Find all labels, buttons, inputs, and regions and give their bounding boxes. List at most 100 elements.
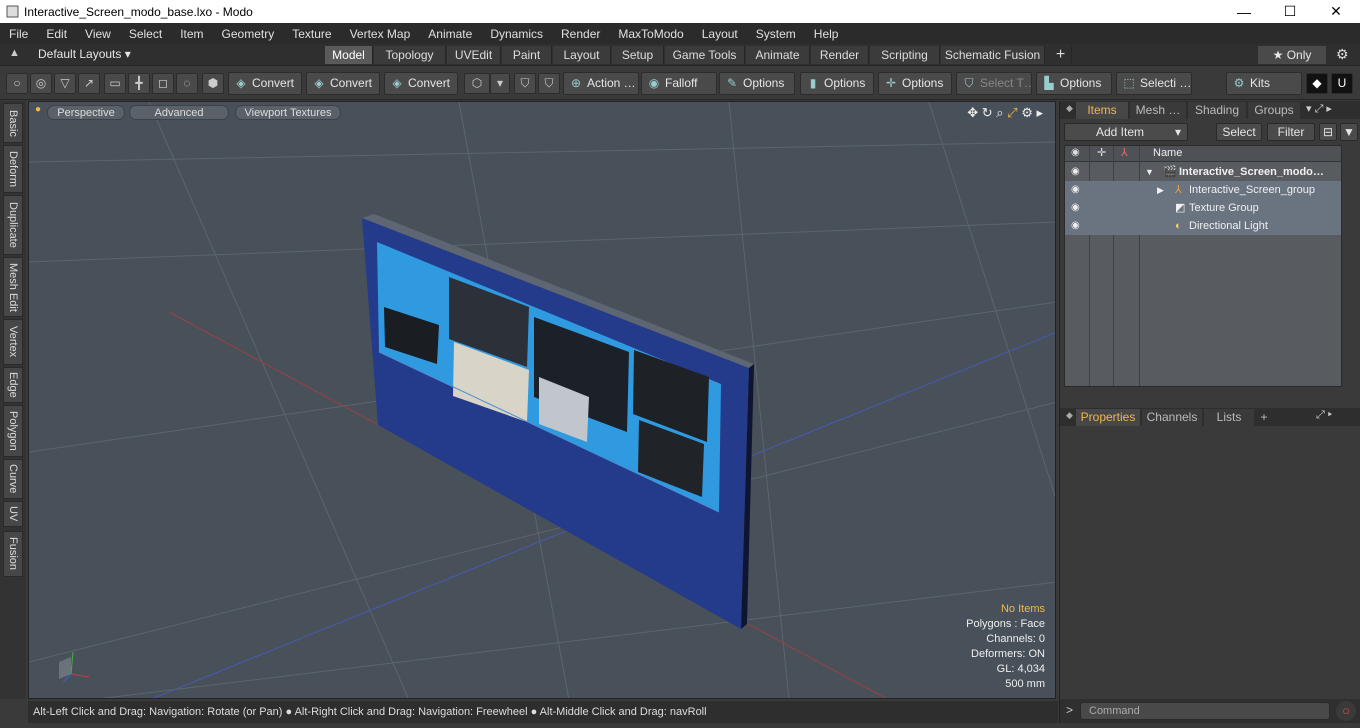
eye-icon[interactable]: ◉ <box>1071 181 1080 199</box>
add-panel-tab-button[interactable]: + <box>1256 409 1272 426</box>
tab-layout[interactable]: Layout <box>553 46 611 64</box>
tab-items[interactable]: Items <box>1076 102 1128 119</box>
rotate-icon[interactable]: ↻ <box>982 105 993 120</box>
falloff-button[interactable]: ◉ Falloff <box>641 72 717 95</box>
tab-vertex[interactable]: Vertex <box>3 319 23 365</box>
polygon-mode-icon[interactable]: ▭ <box>104 73 126 94</box>
tab-setup[interactable]: Setup <box>612 46 664 64</box>
action-center-button[interactable]: ⊕ Action … <box>563 72 639 95</box>
options-button-1[interactable]: ✎ Options <box>719 72 795 95</box>
zoom-icon[interactable]: ⌕ <box>996 105 1003 120</box>
tab-polygon[interactable]: Polygon <box>3 405 23 457</box>
3d-viewport[interactable]: ● Perspective Advanced Viewport Textures… <box>28 101 1056 699</box>
list-item[interactable]: ◉ ◩ Texture Group <box>1065 199 1341 217</box>
tab-basic[interactable]: Basic <box>3 103 23 143</box>
collapse-icon[interactable]: ⊟ <box>1319 123 1337 141</box>
layouts-dropdown[interactable]: Default Layouts ▾ <box>38 47 131 61</box>
eye-icon[interactable]: ◉ <box>1071 217 1080 235</box>
menu-system[interactable]: System <box>747 27 805 41</box>
selection-sets-button[interactable]: ⬚ Selecti … <box>1116 72 1192 95</box>
tab-animate[interactable]: Animate <box>746 46 810 64</box>
convert-button-1[interactable]: ◈ Convert <box>228 72 302 95</box>
tab-shading[interactable]: Shading <box>1188 102 1246 119</box>
unity-icon[interactable]: ◆ <box>1306 73 1328 94</box>
menu-geometry[interactable]: Geometry <box>213 27 284 41</box>
viewport-dot-icon[interactable]: ● <box>35 104 41 115</box>
options-button-3[interactable]: ✛ Options <box>878 72 952 95</box>
perspective-button[interactable]: Perspective <box>47 105 125 120</box>
funnel-icon[interactable]: ▼ <box>1340 123 1358 141</box>
tab-scripting[interactable]: Scripting <box>870 46 940 64</box>
menu-render[interactable]: Render <box>552 27 609 41</box>
tab-channels[interactable]: Channels <box>1142 409 1202 426</box>
maximize-button[interactable]: ☐ <box>1267 0 1313 23</box>
panel-grip-icon[interactable]: ◆ <box>1066 103 1073 114</box>
menu-animate[interactable]: Animate <box>419 27 481 41</box>
viewport-arrow-icon[interactable]: ▸ <box>1036 105 1043 120</box>
menu-help[interactable]: Help <box>805 27 848 41</box>
expand-icon[interactable]: ▶ <box>1157 181 1164 199</box>
panel-grip-icon[interactable]: ◆ <box>1066 410 1073 421</box>
menu-edit[interactable]: Edit <box>37 27 76 41</box>
vertex-mode-icon[interactable]: ▽ <box>54 73 76 94</box>
eye-icon[interactable]: ◉ <box>1071 163 1080 181</box>
select-button[interactable]: Select <box>1216 123 1262 141</box>
gear-icon[interactable]: ⚙ <box>1336 46 1349 63</box>
tab-mesh[interactable]: Mesh … <box>1130 102 1186 119</box>
minimize-button[interactable]: — <box>1221 0 1267 23</box>
viewport-gear-icon[interactable]: ⚙ <box>1021 105 1033 120</box>
select-through-button[interactable]: ⛉ Select T… <box>956 72 1032 95</box>
expand-icon[interactable]: ▼ <box>1145 163 1154 181</box>
list-item[interactable]: ◉ ◐ Directional Light <box>1065 217 1341 235</box>
menu-texture[interactable]: Texture <box>283 27 340 41</box>
convert-button-3[interactable]: ◈ Convert <box>384 72 458 95</box>
advanced-button[interactable]: Advanced <box>129 105 229 120</box>
tab-render[interactable]: Render <box>811 46 869 64</box>
menu-dynamics[interactable]: Dynamics <box>481 27 552 41</box>
kits-button[interactable]: ⚙ Kits <box>1226 72 1302 95</box>
tab-mesh-edit[interactable]: Mesh Edit <box>3 257 23 317</box>
name-column-header[interactable]: Name <box>1153 147 1182 159</box>
menu-view[interactable]: View <box>76 27 120 41</box>
tab-topology[interactable]: Topology <box>374 46 446 64</box>
tab-uvedit[interactable]: UVEdit <box>447 46 501 64</box>
tab-curve[interactable]: Curve <box>3 459 23 499</box>
menu-vertex-map[interactable]: Vertex Map <box>341 27 420 41</box>
tab-deform[interactable]: Deform <box>3 145 23 193</box>
menu-maxtomodo[interactable]: MaxToModo <box>609 27 692 41</box>
tab-groups[interactable]: Groups <box>1248 102 1300 119</box>
box-icon[interactable]: ⬡ <box>464 73 490 94</box>
panel-options-icon[interactable]: ▾ ⤢ ▸ <box>1306 102 1332 116</box>
tab-properties[interactable]: Properties <box>1076 409 1140 426</box>
list-item[interactable]: ◉ ▼ 🎬 Interactive_Screen_modo… <box>1065 163 1341 181</box>
tab-fusion[interactable]: Fusion <box>3 531 23 577</box>
filter-button[interactable]: Filter <box>1267 123 1315 141</box>
convert-button-2[interactable]: ◈ Convert <box>306 72 380 95</box>
options-button-2[interactable]: ▮ Options <box>800 72 874 95</box>
menu-file[interactable]: File <box>0 27 37 41</box>
tab-game-tools[interactable]: Game Tools <box>665 46 745 64</box>
add-tab-button[interactable]: + <box>1050 46 1072 64</box>
command-input[interactable]: Command <box>1080 702 1330 720</box>
tab-paint[interactable]: Paint <box>502 46 552 64</box>
menu-select[interactable]: Select <box>120 27 171 41</box>
record-icon[interactable]: ○ <box>1336 701 1356 721</box>
add-item-button[interactable]: Add Item ▾ <box>1064 123 1188 141</box>
tab-edge[interactable]: Edge <box>3 367 23 403</box>
tab-schematic-fusion[interactable]: Schematic Fusion <box>941 46 1045 64</box>
only-toggle[interactable]: ★ Only <box>1258 46 1326 64</box>
snap-icon[interactable]: ⛉ <box>538 73 560 94</box>
item-mode-icon[interactable]: ╋ <box>128 73 150 94</box>
close-button[interactable]: ✕ <box>1313 0 1359 23</box>
material-mode-icon[interactable]: ◻ <box>152 73 174 94</box>
edge-mode-icon[interactable]: ↗ <box>78 73 100 94</box>
options-button-4[interactable]: ▙ Options <box>1036 72 1112 95</box>
list-item[interactable]: ◉ ▶ ⅄ Interactive_Screen_group <box>1065 181 1341 199</box>
dropdown-arrow-icon[interactable]: ▾ <box>490 73 510 94</box>
viewport-textures-button[interactable]: Viewport Textures <box>235 105 341 120</box>
tab-model[interactable]: Model <box>325 46 373 64</box>
unreal-icon[interactable]: U <box>1331 73 1353 94</box>
eye-icon[interactable]: ◉ <box>1071 199 1080 217</box>
globe-icon[interactable]: ◎ <box>30 73 52 94</box>
symmetry-icon[interactable]: ⛉ <box>514 73 536 94</box>
